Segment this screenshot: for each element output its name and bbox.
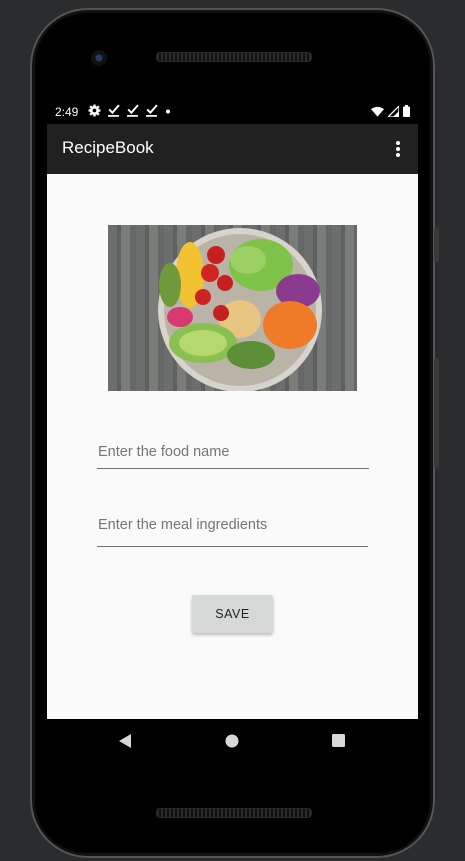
save-button[interactable]: SAVE [192, 595, 273, 633]
gear-icon [88, 104, 101, 117]
check-download-icon [108, 104, 120, 117]
power-button [434, 358, 439, 468]
camera-icon [91, 50, 107, 66]
check-download-icon [127, 104, 139, 117]
back-icon[interactable] [118, 733, 132, 749]
status-bar: 2:49 [47, 99, 418, 124]
system-icons [371, 105, 410, 117]
notification-icons [88, 104, 172, 117]
food-bowl-image [158, 228, 322, 391]
ingredients-placeholder: Enter the meal ingredients [98, 517, 268, 533]
wifi-icon [371, 106, 384, 117]
status-time: 2:49 [55, 105, 79, 119]
recents-icon[interactable] [332, 734, 345, 747]
app-bar: RecipeBook [47, 124, 418, 174]
volume-button [434, 228, 439, 262]
app-screen: 2:49 RecipeBook Enter the food name Ente… [47, 99, 418, 719]
bottom-speaker [156, 808, 312, 818]
food-name-input[interactable]: Enter the food name [97, 444, 369, 469]
app-title: RecipeBook [62, 138, 154, 157]
food-image[interactable] [108, 225, 357, 391]
signal-icon [388, 105, 399, 117]
top-speaker [156, 52, 312, 62]
food-name-placeholder: Enter the food name [98, 444, 230, 460]
battery-icon [403, 105, 410, 117]
check-download-icon [146, 104, 158, 117]
home-icon[interactable] [225, 734, 239, 748]
navigation-bar [47, 719, 418, 763]
dot-icon [166, 109, 170, 114]
more-vert-icon[interactable] [388, 138, 408, 160]
ingredients-input[interactable]: Enter the meal ingredients [97, 517, 368, 547]
